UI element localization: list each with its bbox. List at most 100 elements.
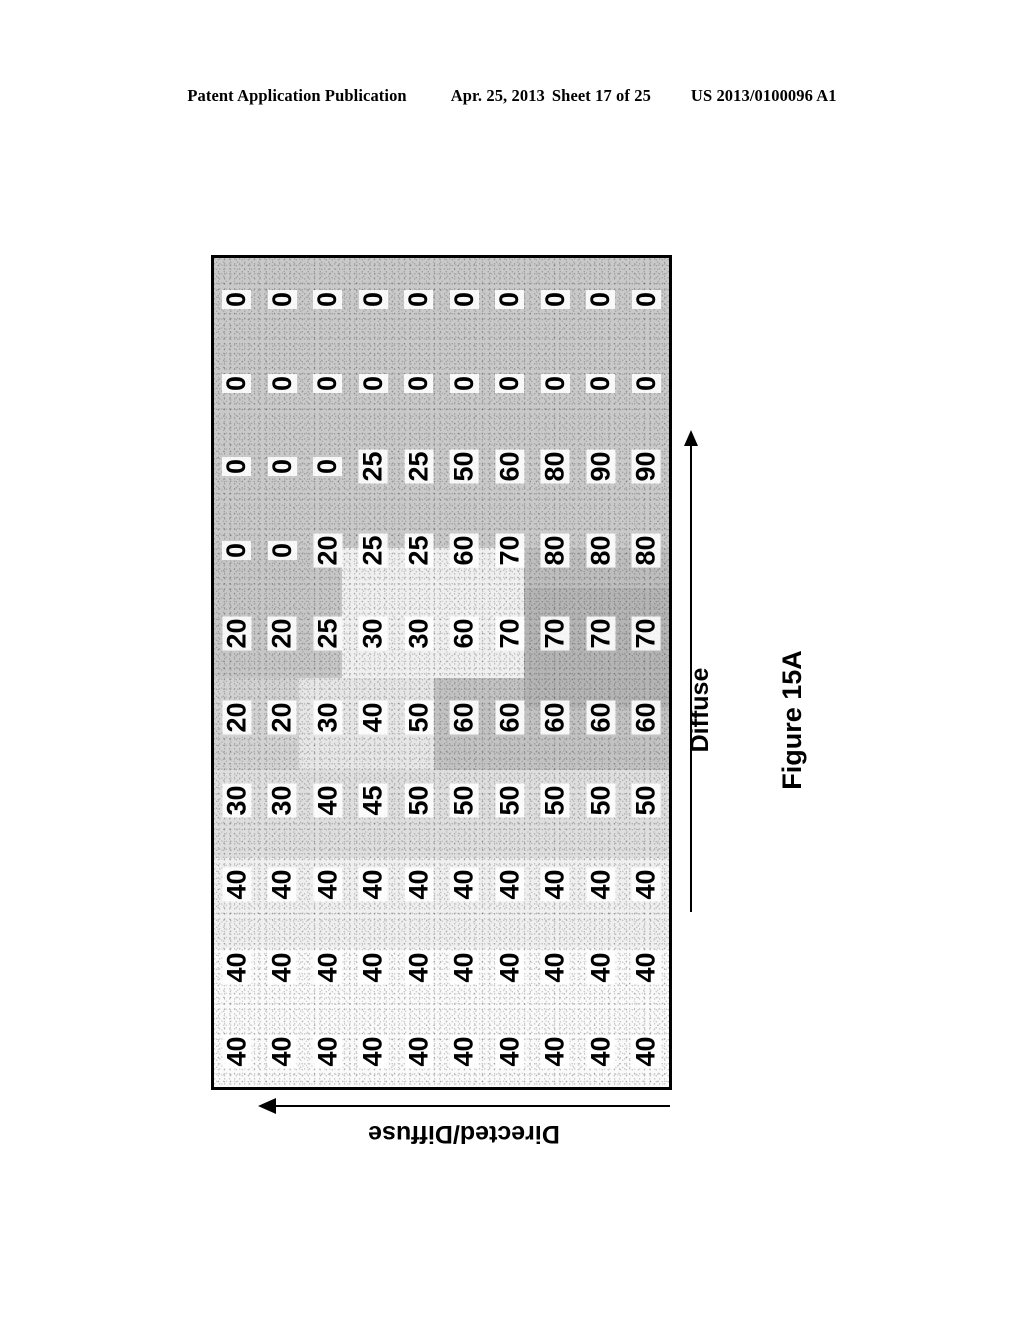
grid-cell: 20 [214,592,260,676]
cell-value: 60 [448,700,479,735]
grid-band: 20 20 25 30 30 60 70 70 70 70 [214,592,669,676]
cell-value: 40 [312,783,343,818]
cell-value: 90 [630,449,661,484]
grid-cell: 25 [305,592,351,676]
grid-cell: 0 [442,258,488,342]
grid-cell: 0 [578,342,624,426]
grid-cell: 50 [396,676,442,760]
cell-value: 40 [403,1034,434,1069]
cell-value: 40 [403,867,434,902]
grid-cell: 0 [578,258,624,342]
cell-value: 25 [403,449,434,484]
cell-value: 30 [312,700,343,735]
grid-cell: 40 [578,843,624,927]
grid-band: 0 0 0 0 0 0 0 0 0 0 [214,258,669,342]
cell-value: 0 [585,290,616,310]
grid-cell: 40 [305,843,351,927]
cell-value: 40 [539,950,570,985]
grid-cell: 70 [533,592,579,676]
grid-cell: 40 [533,926,579,1010]
cell-value: 40 [539,1034,570,1069]
grid-cell: 0 [487,258,533,342]
cell-value: 40 [585,867,616,902]
grid-cell: 25 [351,425,397,509]
grid-cell: 40 [487,1010,533,1088]
cell-value: 60 [494,449,525,484]
cell-value: 80 [539,533,570,568]
cell-value: 50 [585,783,616,818]
grid-cell: 60 [442,592,488,676]
grid-cell: 30 [351,592,397,676]
cell-value: 40 [585,950,616,985]
grid-cell: 0 [260,342,306,426]
cell-value: 0 [539,373,570,393]
grid-cell: 40 [487,843,533,927]
cell-value: 0 [221,290,252,310]
grid-cell: 40 [533,843,579,927]
grid-band: 0 0 20 25 25 60 70 80 80 80 [214,509,669,593]
cell-value: 40 [357,700,388,735]
grid-cell: 0 [396,258,442,342]
figure-caption: Figure 15A [776,650,807,790]
grid-cell: 20 [260,676,306,760]
grid-cell: 40 [396,843,442,927]
grid-cell: 40 [214,843,260,927]
grid-cell: 40 [214,1010,260,1088]
cell-value: 0 [266,373,297,393]
grid-cell: 30 [396,592,442,676]
cell-value: 20 [312,533,343,568]
grid-cell: 50 [442,759,488,843]
grid-cell: 40 [578,926,624,1010]
cell-value: 50 [630,783,661,818]
cell-value: 0 [494,290,525,310]
cell-value: 40 [448,1034,479,1069]
grid-cell: 30 [260,759,306,843]
cell-value: 0 [539,290,570,310]
grid-cell: 40 [305,1010,351,1088]
grid-cell: 0 [305,425,351,509]
grid-cell: 0 [533,258,579,342]
cell-value: 40 [630,950,661,985]
grid-cell: 0 [396,342,442,426]
cell-value: 40 [448,950,479,985]
cell-value: 40 [448,867,479,902]
cell-value: 40 [494,1034,525,1069]
cell-value: 40 [357,867,388,902]
cell-value: 25 [312,616,343,651]
grid-cell: 60 [624,676,670,760]
grid-cell: 50 [396,759,442,843]
grid-cell: 0 [624,258,670,342]
grid-cell: 70 [487,592,533,676]
grid-cell: 90 [578,425,624,509]
cell-value: 0 [312,457,343,477]
grid-cell: 20 [214,676,260,760]
grid-cell: 0 [487,342,533,426]
cell-value: 40 [357,950,388,985]
grid-cell: 20 [305,509,351,593]
grid-cell: 40 [260,926,306,1010]
grid-cell: 0 [260,509,306,593]
grid-cell: 40 [442,1010,488,1088]
directed-diffuse-axis-line [268,1105,670,1107]
cell-value: 0 [585,373,616,393]
cell-value: 25 [357,449,388,484]
grid-cell: 40 [214,926,260,1010]
grid-cell: 0 [442,342,488,426]
cell-value: 0 [266,457,297,477]
cell-value: 30 [266,783,297,818]
cell-value: 0 [312,290,343,310]
grid-cell: 70 [578,592,624,676]
cell-value: 0 [630,290,661,310]
cell-value: 90 [585,449,616,484]
grid-cell: 40 [260,1010,306,1088]
grid-cell: 50 [533,759,579,843]
cell-value: 0 [357,373,388,393]
cell-value: 60 [630,700,661,735]
grid-cell: 40 [533,1010,579,1088]
cell-value: 50 [403,783,434,818]
cell-value: 40 [312,1034,343,1069]
grid-band: 40 40 40 40 40 40 40 40 40 40 [214,1010,669,1088]
grid-cell: 0 [214,425,260,509]
grid-cell: 40 [351,676,397,760]
diffuse-axis-label: Diffuse [685,667,714,753]
